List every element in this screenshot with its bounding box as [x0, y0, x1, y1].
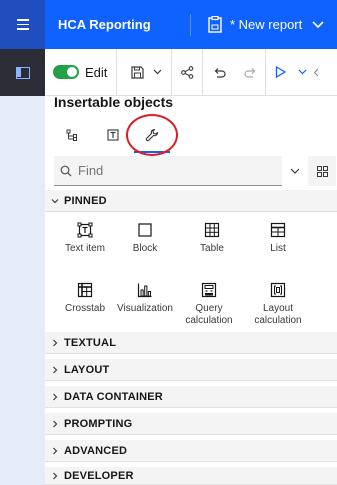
search-field[interactable]: [54, 156, 282, 186]
section-prompting[interactable]: PROMPTING: [45, 413, 337, 435]
toolbar-divider: [116, 48, 118, 96]
item-label: List: [270, 243, 286, 254]
item-label: Crosstab: [64, 303, 105, 314]
section-pinned[interactable]: PINNED: [45, 190, 337, 212]
left-rail: [0, 49, 45, 485]
section-advanced[interactable]: ADVANCED: [45, 440, 337, 462]
text-item-icon: [77, 222, 93, 238]
item-label: Visualization: [117, 303, 173, 314]
run-options-button[interactable]: [294, 49, 310, 96]
header-divider: [190, 13, 191, 36]
chevron-right-icon: [53, 339, 58, 346]
insertable-layout-calculation[interactable]: Layout calculation: [247, 282, 309, 327]
app-title: HCA Reporting: [58, 17, 151, 32]
grid-view-button[interactable]: [308, 156, 336, 186]
section-textual[interactable]: TEXTUAL: [45, 332, 337, 354]
section-label: DATA CONTAINER: [64, 390, 163, 403]
section-label: PINNED: [64, 194, 107, 207]
chevron-right-icon: [53, 366, 58, 373]
insertable-list[interactable]: List: [247, 222, 309, 255]
source-tree-icon: [66, 129, 77, 141]
section-label: ADVANCED: [64, 444, 128, 457]
item-label: Query calculation: [185, 303, 233, 326]
search-filter-dropdown[interactable]: [282, 156, 308, 186]
section-layout[interactable]: LAYOUT: [45, 359, 337, 381]
play-icon: [275, 66, 286, 78]
section-developer[interactable]: DEVELOPER: [45, 467, 337, 485]
save-menu-button[interactable]: [149, 49, 165, 96]
crosstab-icon: [77, 282, 93, 298]
panel-tabs: [54, 118, 337, 153]
app-header: HCA Reporting * New report: [0, 0, 337, 49]
report-icon: [208, 16, 222, 33]
search-row: [54, 156, 337, 186]
panel-title: Insertable objects: [54, 94, 174, 110]
insertable-query-calculation[interactable]: Query calculation: [178, 282, 240, 327]
visualization-icon: [137, 283, 152, 298]
grid-view-icon: [316, 165, 328, 177]
section-label: DEVELOPER: [64, 469, 134, 482]
layout-calculation-icon: [270, 282, 286, 298]
text-frame-icon: [107, 129, 119, 141]
chevron-right-icon: [53, 447, 58, 454]
insertable-text-item[interactable]: Text item: [54, 222, 116, 255]
share-button[interactable]: [172, 49, 202, 96]
section-label: LAYOUT: [64, 363, 110, 376]
side-panel-icon: [15, 66, 30, 79]
item-label: Block: [132, 243, 158, 254]
chevron-right-icon: [53, 420, 58, 427]
annotation-circle: [126, 114, 178, 156]
search-input[interactable]: [78, 163, 248, 178]
chevron-left-icon: [314, 68, 319, 76]
chevron-down-icon: [290, 168, 300, 174]
report-name[interactable]: * New report: [230, 17, 302, 32]
edit-toggle[interactable]: [53, 65, 79, 79]
run-button[interactable]: [266, 49, 294, 96]
undo-button[interactable]: [203, 49, 235, 96]
more-toolbar-button[interactable]: [310, 49, 322, 96]
item-label: Text item: [64, 243, 105, 254]
chevron-down-icon[interactable]: [312, 20, 324, 29]
block-icon: [138, 223, 152, 237]
save-button[interactable]: [125, 49, 149, 96]
chevron-right-icon: [53, 472, 58, 479]
panel-toggle-button[interactable]: [0, 49, 45, 96]
section-label: TEXTUAL: [64, 336, 117, 349]
chevron-down-icon: [51, 198, 59, 203]
list-icon: [270, 222, 286, 238]
redo-button[interactable]: [235, 49, 265, 96]
insertable-block[interactable]: Block: [114, 222, 176, 255]
share-icon: [181, 65, 194, 79]
insertable-visualization[interactable]: Visualization: [114, 282, 176, 315]
chevron-down-icon: [153, 69, 162, 75]
item-label: Table: [200, 243, 224, 254]
hamburger-menu-icon[interactable]: [0, 0, 45, 49]
section-data-container[interactable]: DATA CONTAINER: [45, 386, 337, 408]
item-label: Layout calculation: [254, 303, 302, 326]
query-calculation-icon: [201, 282, 217, 298]
chevron-right-icon: [53, 393, 58, 400]
edit-label: Edit: [85, 64, 108, 80]
redo-icon: [244, 67, 256, 78]
table-icon: [204, 222, 220, 238]
tab-source[interactable]: [54, 118, 92, 152]
section-label: PROMPTING: [64, 417, 133, 430]
insertable-crosstab[interactable]: Crosstab: [54, 282, 116, 315]
toolbar: Edit: [45, 48, 337, 96]
undo-icon: [214, 67, 226, 78]
insertable-table[interactable]: Table: [181, 222, 243, 255]
search-icon: [60, 165, 72, 176]
save-icon: [131, 65, 144, 79]
chevron-down-icon: [298, 69, 307, 75]
